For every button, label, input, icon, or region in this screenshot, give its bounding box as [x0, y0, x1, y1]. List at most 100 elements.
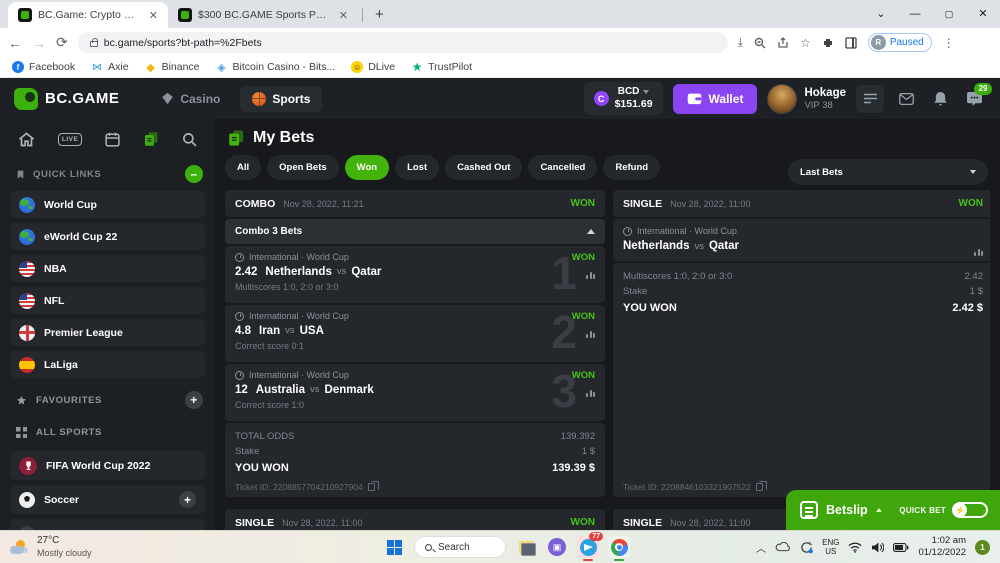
currency-selector[interactable]: C BCD $151.69	[584, 82, 663, 115]
bookmark-binance[interactable]: ◆Binance	[145, 61, 200, 73]
bookmark-bitcoin-casino[interactable]: ◈Bitcoin Casino - Bits...	[216, 61, 336, 73]
sidebar-item-world-cup[interactable]: World Cup	[10, 191, 205, 218]
wallet-icon	[687, 92, 702, 105]
wifi-icon[interactable]	[848, 542, 862, 553]
zoom-icon[interactable]	[754, 37, 766, 49]
chat-badge: 29	[974, 83, 992, 95]
status-badge: WON	[959, 198, 983, 209]
collapse-button[interactable]: –	[185, 165, 203, 183]
single-bet-card-partial[interactable]: SINGLE Nov 28, 2022, 11:00 WON	[225, 509, 605, 530]
share-icon[interactable]	[777, 37, 789, 49]
live-icon[interactable]: LIVE	[58, 133, 82, 146]
tab-close-icon[interactable]: ✕	[337, 9, 350, 22]
close-window-button[interactable]: ✕	[966, 0, 1000, 28]
minimize-button[interactable]: —	[898, 0, 932, 28]
my-bets-icon[interactable]	[143, 131, 159, 147]
bet-list-button[interactable]	[856, 85, 884, 113]
onedrive-icon[interactable]	[775, 542, 791, 552]
usa-flag-icon	[19, 261, 35, 277]
side-panel-icon[interactable]	[845, 37, 857, 49]
filter-lost[interactable]: Lost	[395, 155, 439, 180]
notifications-button[interactable]	[928, 92, 952, 106]
copy-icon[interactable]	[756, 483, 763, 491]
tray-chevron-icon[interactable]: ︿	[756, 540, 766, 555]
sync-icon[interactable]	[800, 541, 813, 554]
bookmark-axie[interactable]: ⋈Axie	[91, 61, 128, 73]
forward-icon[interactable]: →	[32, 35, 46, 51]
sidebar-item-eworld-cup[interactable]: eWorld Cup 22	[10, 223, 205, 250]
extensions-icon[interactable]	[822, 37, 834, 49]
chat-app-button[interactable]: ▣	[546, 536, 568, 558]
bookmark-facebook[interactable]: fFacebook	[12, 61, 75, 73]
stats-icon[interactable]	[586, 331, 595, 338]
sidebar-item-partial[interactable]	[10, 519, 205, 530]
sidebar-item-fifa-world-cup[interactable]: FIFA World Cup 2022	[10, 451, 205, 480]
sidebar-item-nfl[interactable]: NFL	[10, 287, 205, 314]
filter-open-bets[interactable]: Open Bets	[267, 155, 339, 180]
browser-tab-2[interactable]: $300 BC.GAME Sports Parlays Ch ✕	[168, 2, 358, 28]
home-icon[interactable]	[18, 132, 35, 147]
clock-icon	[235, 312, 244, 321]
filter-all[interactable]: All	[225, 155, 261, 180]
maximize-button[interactable]: ▢	[932, 0, 966, 28]
taskbar-search[interactable]: Search	[414, 536, 506, 558]
back-icon[interactable]: ←	[8, 35, 22, 51]
notification-badge[interactable]: 1	[975, 540, 990, 555]
nav-casino[interactable]: Casino	[149, 86, 232, 112]
bcgame-logo[interactable]: BC.GAME	[14, 88, 119, 110]
betslip-bar[interactable]: Betslip QUICK BET ⚡	[786, 490, 1000, 530]
bcgame-favicon	[178, 8, 192, 22]
sidebar-item-premier-league[interactable]: Premier League	[10, 319, 205, 346]
inbox-button[interactable]	[894, 93, 918, 105]
menu-dots-icon[interactable]: ⋮	[943, 36, 955, 50]
wallet-button[interactable]: Wallet	[673, 84, 758, 114]
url-text: bc.game/sports?bt-path=%2Fbets	[104, 37, 262, 49]
save-icon[interactable]: ⤓	[738, 35, 743, 50]
add-soccer-button[interactable]: +	[179, 491, 196, 508]
combo-summary-row[interactable]: Combo 3 Bets	[225, 219, 605, 244]
browser-tab-1[interactable]: BC.Game: Crypto Casino Games ✕	[8, 2, 168, 28]
telegram-button[interactable]: 77	[577, 536, 599, 558]
quick-bet-toggle[interactable]: ⚡	[952, 502, 988, 518]
sidebar-item-nba[interactable]: NBA	[10, 255, 205, 282]
tab-search-icon[interactable]: ⌄	[864, 0, 898, 28]
sidebar-item-soccer[interactable]: Soccer +	[10, 485, 205, 514]
stats-icon[interactable]	[974, 249, 983, 256]
bookmark-star-icon[interactable]: ☆	[800, 36, 811, 50]
reload-icon[interactable]: ⟳	[56, 34, 68, 51]
tab-close-icon[interactable]: ✕	[147, 9, 160, 22]
battery-icon[interactable]	[893, 543, 909, 552]
sidebar-item-laliga[interactable]: LaLiga	[10, 351, 205, 378]
stats-icon[interactable]	[586, 272, 595, 279]
file-explorer-button[interactable]	[515, 536, 537, 558]
collapse-arrow-icon	[587, 229, 595, 234]
bookmark-trustpilot[interactable]: ★TrustPilot	[411, 61, 472, 73]
add-favourite-button[interactable]: +	[185, 391, 203, 409]
won-value: 139.39 $	[552, 462, 595, 474]
bcgame-logo-icon	[14, 88, 38, 110]
new-tab-button[interactable]: +	[375, 6, 384, 23]
filter-cashed-out[interactable]: Cashed Out	[445, 155, 522, 180]
filter-refund[interactable]: Refund	[603, 155, 660, 180]
soccer-ball-icon	[19, 492, 35, 508]
nav-sports[interactable]: Sports	[240, 86, 322, 112]
stats-icon[interactable]	[586, 390, 595, 397]
status-badge: WON	[572, 252, 595, 263]
volume-icon[interactable]	[871, 542, 884, 553]
calendar-icon[interactable]	[105, 132, 120, 147]
copy-icon[interactable]	[368, 483, 375, 491]
chat-button[interactable]: 29	[962, 92, 986, 106]
start-button[interactable]	[383, 536, 405, 558]
chrome-button[interactable]	[608, 536, 630, 558]
bookmark-dlive[interactable]: ☺DLive	[351, 61, 395, 73]
profile-button[interactable]: R Paused	[868, 33, 932, 52]
search-icon[interactable]	[182, 132, 197, 147]
sort-dropdown[interactable]: Last Bets	[788, 159, 988, 185]
clock[interactable]: 1:02 am 01/12/2022	[918, 535, 966, 559]
language-switcher[interactable]: ENG US	[822, 538, 839, 556]
user-profile[interactable]: Hokage VIP 38	[767, 84, 846, 114]
address-bar[interactable]: bc.game/sports?bt-path=%2Fbets	[78, 32, 728, 53]
weather-widget[interactable]: 27°C Mostly cloudy	[10, 535, 92, 559]
filter-cancelled[interactable]: Cancelled	[528, 155, 597, 180]
filter-won[interactable]: Won	[345, 155, 389, 180]
